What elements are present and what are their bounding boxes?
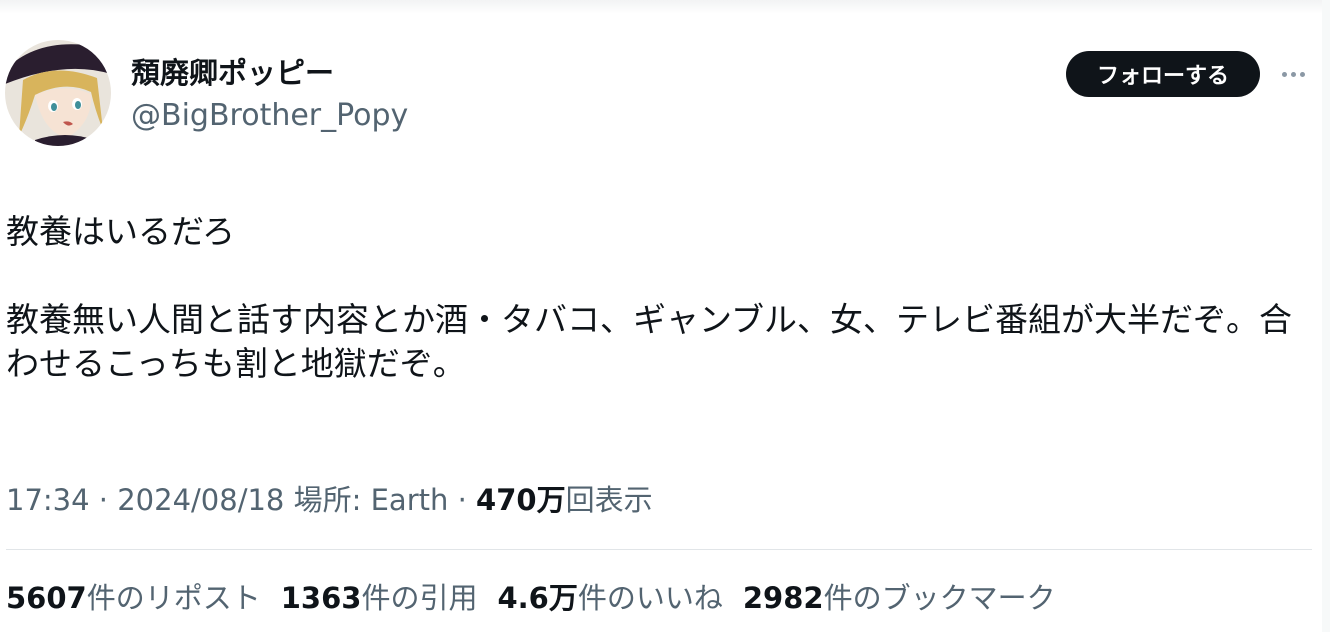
dot [1281, 71, 1287, 77]
reposts-stat[interactable]: 5607件のリポスト [6, 576, 261, 620]
more-icon[interactable] [1276, 60, 1310, 88]
reposts-label: 件のリポスト [86, 581, 261, 615]
likes-stat[interactable]: 4.6万件のいいね [497, 576, 722, 620]
dot [1290, 71, 1296, 77]
tweet-meta: 17:34 · 2024/08/18 場所: Earth · 470万回表示 [6, 478, 653, 522]
reposts-count: 5607 [6, 581, 87, 615]
quotes-stat[interactable]: 1363件の引用 [281, 576, 478, 620]
quotes-count: 1363 [280, 581, 362, 615]
views-count: 470万 [476, 483, 566, 517]
dot [1299, 71, 1305, 77]
user-handle[interactable]: @BigBrother_Popy [131, 96, 408, 136]
top-edge [0, 0, 1330, 14]
engagement-stats: 5607件のリポスト 1363件の引用 4.6万件のいいね 2982件のブックマ… [6, 576, 1056, 620]
tweet-date[interactable]: 2024/08/18 [117, 483, 284, 517]
tweet-line-2: 教養無い人間と話す内容とか酒・タバコ、ギャンブル、女、テレビ番組が大半だぞ。合わ… [6, 300, 1293, 383]
bookmarks-stat[interactable]: 2982件のブックマーク [743, 576, 1056, 620]
follow-button[interactable]: フォローする [1066, 51, 1260, 97]
tweet-text: 教養はいるだろ 教養無い人間と話す内容とか酒・タバコ、ギャンブル、女、テレビ番組… [6, 210, 1306, 386]
bookmarks-label: 件のブックマーク [823, 581, 1056, 615]
tweet-line-1: 教養はいるだろ [6, 212, 236, 251]
quotes-label: 件の引用 [361, 581, 478, 615]
divider [6, 549, 1312, 550]
tweet-time[interactable]: 17:34 [6, 483, 90, 517]
meta-separator: · [89, 483, 118, 517]
likes-count: 4.6万 [497, 581, 578, 615]
scrollbar-track [1322, 0, 1330, 632]
avatar[interactable] [5, 40, 111, 146]
likes-label: 件のいいね [577, 581, 723, 615]
views-label: 回表示 [565, 483, 653, 517]
meta-separator: · [448, 483, 477, 517]
bookmarks-count: 2982 [742, 581, 824, 615]
display-name[interactable]: 頽廃卿ポッピー [131, 53, 334, 93]
tweet-location: 場所: Earth [284, 483, 449, 517]
